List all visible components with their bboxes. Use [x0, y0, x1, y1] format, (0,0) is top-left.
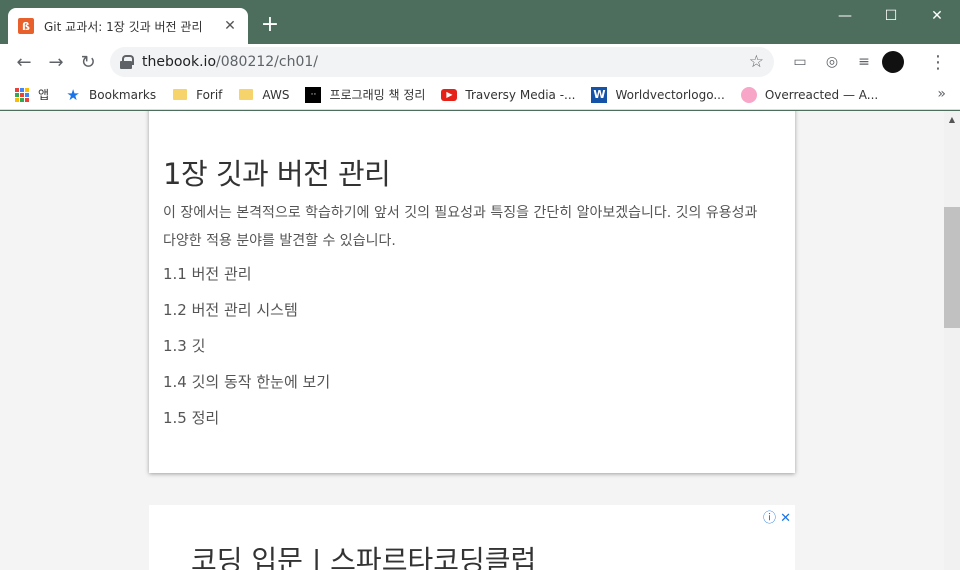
- tab-strip: ß Git 교과서: 1장 깃과 버전 관리 ✕ + — ☐ ✕: [0, 0, 960, 44]
- page-title: 1장 깃과 버전 관리: [163, 157, 391, 191]
- bookmark-label: Traversy Media -...: [465, 87, 576, 102]
- bookmark-overreacted[interactable]: Overreacted — A...: [740, 86, 879, 103]
- bookmark-programming-books[interactable]: ·· 프로그래밍 책 정리: [305, 86, 425, 103]
- maximize-button[interactable]: ☐: [868, 0, 914, 32]
- bookmark-traversy-media[interactable]: ▶ Traversy Media -...: [441, 88, 575, 102]
- bookmark-forif[interactable]: Forif: [172, 87, 222, 103]
- address-bar[interactable]: thebook.io /080212/ch01/ ☆: [110, 47, 774, 77]
- extensions-area: ▭ ◎ ≡: [786, 48, 904, 76]
- apps-grid-icon: [14, 87, 30, 103]
- scroll-thumb[interactable]: [944, 207, 960, 328]
- star-icon: ★: [66, 85, 80, 104]
- folder-icon: [172, 87, 188, 103]
- minimize-button[interactable]: —: [822, 0, 868, 32]
- cast-icon[interactable]: ▭: [786, 48, 814, 76]
- ad-choices-icon[interactable]: ⓘ ✕: [763, 507, 791, 526]
- chapter-card: 1장 깃과 버전 관리 이 장에서는 본격적으로 학습하기에 앞서 깃의 필요성…: [149, 111, 795, 473]
- bookmark-label: AWS: [262, 87, 290, 102]
- reload-button[interactable]: ↻: [72, 46, 104, 78]
- toc-link[interactable]: 1.5 정리: [163, 409, 330, 445]
- browser-toolbar: ← → ↻ thebook.io /080212/ch01/ ☆ ▭ ◎ ≡ ⋮: [0, 44, 960, 80]
- toc-link[interactable]: 1.4 깃의 동작 한눈에 보기: [163, 373, 330, 409]
- bookmark-label: Overreacted — A...: [764, 87, 879, 102]
- extension-circle-icon[interactable]: ◎: [818, 48, 846, 76]
- lock-icon[interactable]: [120, 55, 134, 69]
- bookmark-label: Worldvectorlogo...: [615, 87, 725, 102]
- bookmark-label: 프로그래밍 책 정리: [329, 88, 426, 102]
- url-host: thebook.io: [142, 54, 217, 70]
- bookmark-apps[interactable]: 앱: [14, 86, 49, 103]
- scroll-up-icon[interactable]: ▲: [944, 111, 960, 127]
- window-controls: — ☐ ✕: [822, 0, 960, 32]
- new-tab-button[interactable]: +: [258, 12, 282, 37]
- tab-close-icon[interactable]: ✕: [222, 18, 238, 34]
- chapter-intro: 이 장에서는 본격적으로 학습하기에 앞서 깃의 필요성과 특징을 간단히 알아…: [163, 205, 758, 249]
- url-path: /080212/ch01/: [216, 54, 318, 70]
- page-scrollbar[interactable]: ▲: [944, 111, 960, 570]
- page-content: 1장 깃과 버전 관리 이 장에서는 본격적으로 학습하기에 앞서 깃의 필요성…: [0, 111, 944, 570]
- ad-banner[interactable]: ⓘ ✕ 코딩 입문 | 스파르타코딩클럽: [149, 505, 795, 570]
- bookmarks-overflow-icon[interactable]: »: [937, 86, 946, 102]
- bookmarks-bar: 앱 ★ Bookmarks Forif AWS ·· 프로그래밍 책 정리 ▶ …: [0, 80, 960, 110]
- toc-link[interactable]: 1.1 버전 관리: [163, 265, 330, 301]
- forward-button[interactable]: →: [40, 46, 72, 78]
- table-of-contents: 1.1 버전 관리 1.2 버전 관리 시스템 1.3 깃 1.4 깃의 동작 …: [163, 265, 330, 445]
- tab-active[interactable]: ß Git 교과서: 1장 깃과 버전 관리 ✕: [8, 8, 248, 44]
- media-control-icon[interactable]: ≡: [850, 48, 878, 76]
- window-close-button[interactable]: ✕: [914, 0, 960, 32]
- notion-icon: ··: [305, 86, 322, 103]
- browser-menu-icon[interactable]: ⋮: [926, 48, 950, 76]
- bookmark-bookmarks[interactable]: ★ Bookmarks: [65, 85, 157, 104]
- toc-link[interactable]: 1.3 깃: [163, 337, 330, 373]
- toc-link[interactable]: 1.2 버전 관리 시스템: [163, 301, 330, 337]
- bookmark-aws[interactable]: AWS: [238, 87, 289, 103]
- site-favicon-icon: ß: [18, 18, 34, 34]
- youtube-icon: ▶: [441, 88, 458, 101]
- ad-text[interactable]: 코딩 입문 | 스파르타코딩클럽: [191, 539, 536, 570]
- pink-circle-icon: [740, 86, 757, 103]
- w-logo-icon: W: [591, 86, 608, 103]
- profile-avatar[interactable]: [882, 51, 904, 73]
- folder-icon: [238, 87, 254, 103]
- bookmark-worldvectorlogo[interactable]: W Worldvectorlogo...: [591, 86, 725, 103]
- bookmark-label: 앱: [38, 88, 50, 102]
- bookmark-label: Bookmarks: [89, 87, 157, 102]
- bookmark-label: Forif: [196, 87, 223, 102]
- tab-title: Git 교과서: 1장 깃과 버전 관리: [44, 19, 203, 34]
- back-button[interactable]: ←: [8, 46, 40, 78]
- bookmark-star-icon[interactable]: ☆: [749, 52, 764, 72]
